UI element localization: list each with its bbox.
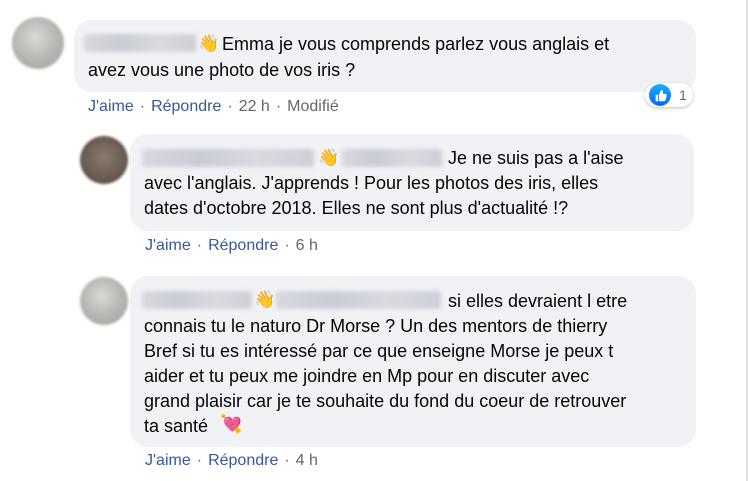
- edited-label: Modifié: [287, 98, 339, 115]
- comment-bubble: 👋 si elles devraient l etre connais tu l…: [130, 276, 696, 447]
- comment-text: Je ne suis pas a l'aise: [448, 148, 624, 168]
- author-name-blurred[interactable]: [142, 149, 314, 167]
- comment-text: si elles devraient l etre: [448, 291, 628, 311]
- heart-with-arrow-icon: 💘: [220, 414, 243, 435]
- comment-text: connais tu le naturo Dr Morse ? Un des m…: [144, 316, 608, 336]
- like-button[interactable]: J'aime: [145, 452, 191, 470]
- avatar[interactable]: [12, 17, 64, 69]
- mentioned-name-blurred[interactable]: [276, 291, 441, 309]
- author-name-blurred[interactable]: [84, 34, 196, 52]
- reply-button[interactable]: Répondre: [151, 98, 221, 116]
- waving-hand-icon: 👋: [198, 34, 220, 54]
- comment-text: Emma je vous comprends parlez vous angla…: [222, 34, 610, 54]
- thumbs-up-icon: [649, 84, 671, 106]
- avatar[interactable]: [80, 277, 128, 325]
- like-button[interactable]: J'aime: [88, 98, 134, 116]
- reaction-count[interactable]: 1: [645, 83, 693, 107]
- reply-button[interactable]: Répondre: [208, 452, 278, 470]
- avatar[interactable]: [80, 136, 128, 184]
- comment-text: dates d'octobre 2018. Elles ne sont plus…: [144, 198, 569, 218]
- comment-bubble: 👋 Je ne suis pas a l'aise avec l'anglais…: [130, 134, 694, 231]
- waving-hand-icon: 👋: [254, 290, 276, 310]
- timestamp[interactable]: 4 h: [296, 452, 318, 470]
- comment-text: ta santé: [144, 416, 209, 436]
- comment-text: avez vous une photo de vos iris ?: [88, 60, 356, 80]
- comment-actions: J'aime · Répondre · 22 h · Modifié: [88, 98, 339, 116]
- author-name-blurred[interactable]: [142, 291, 252, 309]
- comment-text: avec l'anglais. J'apprends ! Pour les ph…: [144, 173, 599, 193]
- comment-actions: J'aime · Répondre · 4 h: [145, 452, 318, 470]
- comment-text: grand plaisir car je te souhaite du fond…: [144, 391, 627, 411]
- like-button[interactable]: J'aime: [145, 237, 191, 255]
- waving-hand-icon: 👋: [318, 148, 340, 168]
- comment-bubble: 👋 Emma je vous comprends parlez vous ang…: [74, 20, 696, 92]
- timestamp[interactable]: 6 h: [296, 237, 318, 255]
- comment-text: Bref si tu es intéressé par ce que ensei…: [144, 341, 614, 361]
- reply-button[interactable]: Répondre: [208, 237, 278, 255]
- comment-text: aider et tu peux me joindre en Mp pour e…: [144, 366, 590, 386]
- timestamp[interactable]: 22 h: [239, 98, 270, 116]
- mentioned-name-blurred[interactable]: [342, 149, 442, 167]
- reaction-count-value: 1: [679, 87, 687, 103]
- comment-actions: J'aime · Répondre · 6 h: [145, 237, 318, 255]
